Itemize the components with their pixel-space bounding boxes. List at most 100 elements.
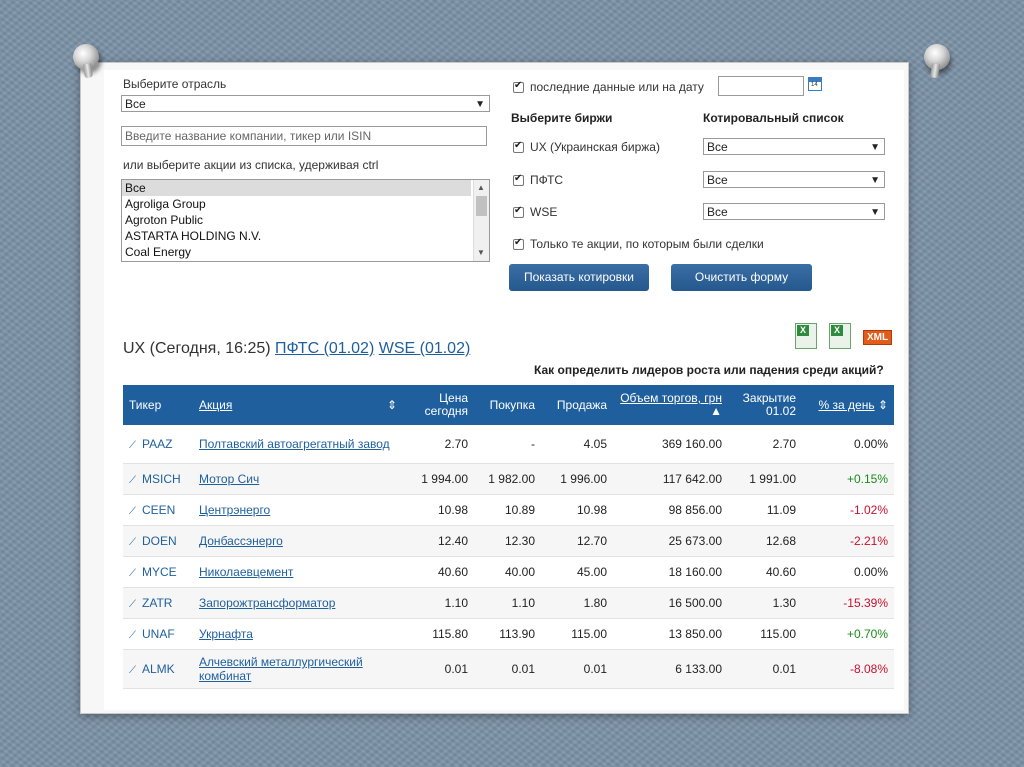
scroll-down-icon[interactable]: ▼ [477, 248, 485, 257]
exchange-wse-checkbox[interactable] [513, 205, 524, 218]
calendar-day: 14 [811, 82, 818, 88]
list-item[interactable]: Agroton Public [122, 212, 489, 228]
listbox-scrollbar[interactable]: ▲ ▼ [473, 180, 489, 261]
wse-link[interactable]: WSE (01.02) [379, 340, 471, 357]
stock-link[interactable]: Укрнафта [193, 618, 403, 650]
quotes-table: Тикер Акция ⇕ Цена сегодня Покупка Прода… [123, 385, 894, 689]
exchange-ux-label: UX (Украинская биржа) [530, 140, 660, 154]
stock-link[interactable]: Запорожтрансформатор [193, 587, 403, 619]
volume-cell: 25 673.00 [613, 525, 728, 557]
clear-form-button[interactable]: Очистить форму [671, 264, 812, 291]
exchange-wse-label: WSE [530, 205, 558, 219]
ticker-link[interactable]: ALMK [123, 649, 193, 689]
results-heading: UX (Сегодня, 16:25) ПФТС (01.02) WSE (01… [123, 340, 470, 358]
bid-cell: - [474, 425, 541, 464]
stock-link[interactable]: Алчевский металлургический комбинат [193, 649, 403, 689]
ticker-link[interactable]: MSICH [123, 463, 193, 495]
sort-icon[interactable]: ⇕ [387, 398, 397, 412]
close-cell: 40.60 [728, 556, 802, 588]
ticker-link[interactable]: PAAZ [123, 425, 193, 464]
table-row: ALMK Алчевский металлургический комбинат… [123, 649, 894, 689]
leaders-help-link[interactable]: Как определить лидеров роста или падения… [534, 363, 884, 377]
ask-cell: 10.98 [541, 494, 613, 526]
price-cell: 1.10 [403, 587, 474, 619]
col-stock-label[interactable]: Акция [199, 398, 232, 412]
exchange-pfts-checkbox[interactable] [513, 173, 524, 186]
list-item[interactable]: Все [122, 180, 471, 196]
ask-cell: 45.00 [541, 556, 613, 588]
volume-cell: 18 160.00 [613, 556, 728, 588]
table-header-row: Тикер Акция ⇕ Цена сегодня Покупка Прода… [123, 385, 894, 425]
col-ask[interactable]: Продажа [541, 385, 613, 425]
scroll-up-icon[interactable]: ▲ [477, 183, 485, 192]
industry-select[interactable]: Все ▼ [121, 95, 490, 112]
col-bid[interactable]: Покупка [474, 385, 541, 425]
sort-icon[interactable]: ⇕ [878, 398, 888, 412]
ticker-link[interactable]: UNAF [123, 618, 193, 650]
wse-list-select[interactable]: Все ▼ [703, 203, 885, 220]
list-item[interactable]: ASTARTA HOLDING N.V. [122, 228, 489, 244]
dropdown-arrow-icon: ▼ [870, 142, 880, 153]
pfts-list-select[interactable]: Все ▼ [703, 171, 885, 188]
show-quotes-button[interactable]: Показать котировки [509, 264, 649, 291]
calendar-icon[interactable]: 14 [808, 77, 822, 91]
list-hint: или выберите акции из списка, удерживая … [123, 158, 379, 172]
price-cell: 10.98 [403, 494, 474, 526]
volume-cell: 6 133.00 [613, 649, 728, 689]
stock-link[interactable]: Центрэнерго [193, 494, 403, 526]
company-search-input[interactable]: Введите название компании, тикер или ISI… [121, 126, 487, 146]
table-row: MSICH Мотор Сич 1 994.00 1 982.00 1 996.… [123, 463, 894, 495]
col-stock[interactable]: Акция ⇕ [193, 385, 403, 425]
sort-asc-icon[interactable]: ▲ [710, 404, 722, 418]
ticker-link[interactable]: CEEN [123, 494, 193, 526]
ticker-link[interactable]: MYCE [123, 556, 193, 588]
ticker-link[interactable]: ZATR [123, 587, 193, 619]
stock-link[interactable]: Николаевцемент [193, 556, 403, 588]
xml-export-icon[interactable]: XML [863, 330, 893, 345]
ask-cell: 115.00 [541, 618, 613, 650]
col-change[interactable]: % за день ⇕ [802, 385, 894, 425]
dropdown-arrow-icon: ▼ [475, 99, 485, 110]
table-row: DOEN Донбассэнерго 12.40 12.30 12.70 25 … [123, 525, 894, 557]
pfts-link[interactable]: ПФТС (01.02) [275, 340, 374, 357]
stock-link[interactable]: Мотор Сич [193, 463, 403, 495]
ux-list-select[interactable]: Все ▼ [703, 138, 885, 155]
table-row: MYCE Николаевцемент 40.60 40.00 45.00 18… [123, 556, 894, 588]
list-item[interactable]: Agroliga Group [122, 196, 489, 212]
col-volume[interactable]: Объем торгов, грн ▲ [613, 385, 728, 425]
scrollbar-thumb[interactable] [476, 196, 487, 216]
ux-session-label: UX (Сегодня, 16:25) [123, 340, 271, 357]
close-cell: 1 991.00 [728, 463, 802, 495]
excel-text-export-icon[interactable]: X [829, 323, 851, 349]
ask-cell: 12.70 [541, 525, 613, 557]
stocks-listbox[interactable]: Все Agroliga Group Agroton Public ASTART… [121, 179, 490, 262]
col-change-label[interactable]: % за день [819, 398, 875, 412]
industry-label: Выберите отрасль [123, 77, 227, 91]
col-close[interactable]: Закрытие 01.02 [728, 385, 802, 425]
stock-link[interactable]: Донбассэнерго [193, 525, 403, 557]
volume-cell: 98 856.00 [613, 494, 728, 526]
dropdown-arrow-icon: ▼ [870, 175, 880, 186]
excel-export-icon[interactable]: X [795, 323, 817, 349]
ticker-link[interactable]: DOEN [123, 525, 193, 557]
exchange-ux-checkbox[interactable] [513, 140, 524, 153]
table-row: CEEN Центрэнерго 10.98 10.89 10.98 98 85… [123, 494, 894, 526]
price-cell: 0.01 [403, 649, 474, 689]
table-row: UNAF Укрнафта 115.80 113.90 115.00 13 85… [123, 618, 894, 650]
latest-data-checkbox[interactable] [513, 80, 524, 93]
close-cell: 2.70 [728, 425, 802, 464]
col-volume-label[interactable]: Объем торгов, грн [620, 391, 722, 405]
col-price[interactable]: Цена сегодня [403, 385, 474, 425]
change-cell: 0.00% [802, 425, 894, 464]
list-item[interactable]: Coal Energy [122, 244, 489, 260]
bid-cell: 10.89 [474, 494, 541, 526]
only-traded-checkbox[interactable] [513, 237, 524, 250]
change-cell: 0.00% [802, 556, 894, 588]
date-input[interactable] [718, 76, 804, 96]
only-traded-label: Только те акции, по которым были сделки [530, 237, 764, 251]
quote-list-heading: Котировальный список [703, 111, 844, 125]
close-cell: 115.00 [728, 618, 802, 650]
col-ticker[interactable]: Тикер [123, 385, 193, 425]
exchange-pfts-label: ПФТС [530, 173, 564, 187]
stock-link[interactable]: Полтавский автоагрегатный завод [193, 425, 403, 464]
